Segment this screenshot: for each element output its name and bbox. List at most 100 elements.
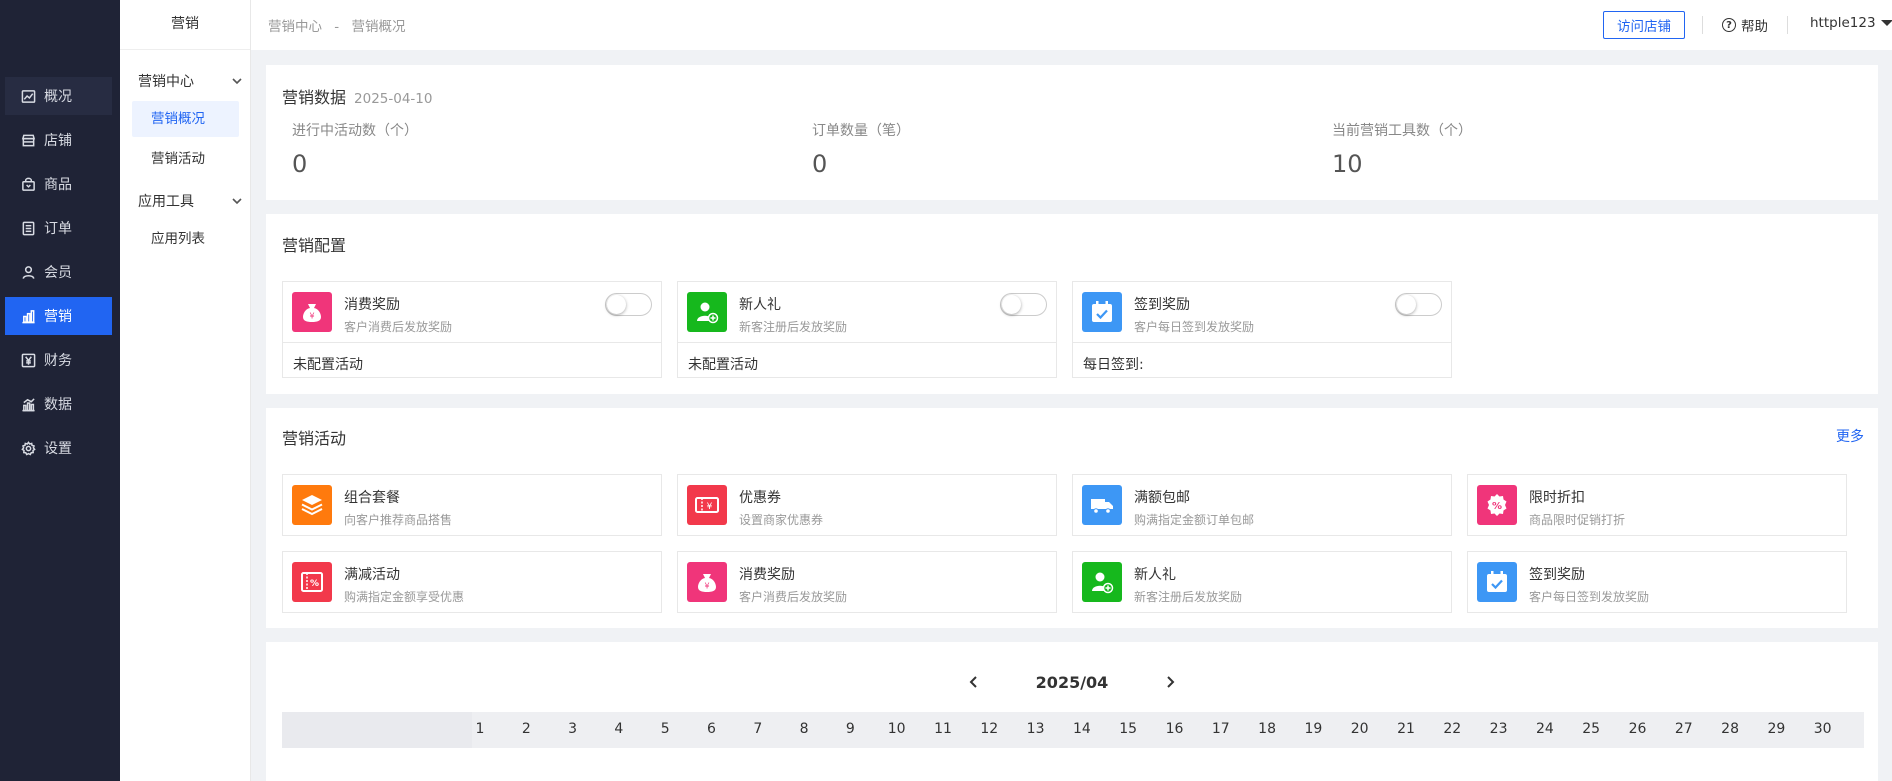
calendar-day: 17 [1211,721,1230,737]
card-title-text: 营销数据 [282,88,347,107]
visit-store-button[interactable]: 访问店铺 [1603,11,1685,39]
svg-text:¥: ¥ [704,582,709,591]
tile-desc: 购满指定金额订单包邮 [1134,513,1255,527]
activity-tile-checkin-reward[interactable]: 签到奖励 客户每日签到发放奖励 [1467,551,1847,613]
tile-desc: 客户每日签到发放奖励 [1529,590,1650,604]
nav-item-overview[interactable]: 概况 [5,77,112,115]
svg-text:%: % [310,579,319,589]
tile-desc: 客户消费后发放奖励 [739,590,848,604]
nav-item-order[interactable]: 订单 [5,209,112,247]
toggle-knob [607,295,626,314]
activity-tile-consumption-reward[interactable]: ¥ 消费奖励 客户消费后发放奖励 [677,551,1057,613]
calendar-day: 18 [1258,721,1276,737]
user-menu[interactable]: httple123 [1810,15,1892,31]
calendar-day: 23 [1489,721,1508,737]
calendar-day: 29 [1767,721,1786,737]
activity-tile-coupon[interactable]: ¥ 优惠券 设置商家优惠券 [677,474,1057,536]
card-title-marketing-activities: 营销活动 [282,429,347,448]
sub-nav: 营销 营销中心 营销概况 营销活动 应用工具 应用列表 [120,0,251,781]
breadcrumb-item[interactable]: 营销中心 [268,19,322,35]
header-divider [1702,16,1703,34]
tile-desc: 新客注册后发放奖励 [739,320,848,334]
breadcrumb-item: 营销概况 [351,19,406,35]
subnav-title: 营销 [120,0,250,50]
svg-text:%: % [1492,501,1502,512]
calendar-day: 16 [1165,721,1184,737]
chevron-left-icon [969,676,977,688]
breadcrumb: 营销中心 - 营销概况 [268,15,413,35]
tile-name: 优惠券 [739,490,781,506]
calendar-day: 1 [475,721,485,737]
calendar-day: 24 [1535,721,1554,737]
tile-name: 满额包邮 [1134,490,1190,506]
tile-desc: 商品限时促销打折 [1529,513,1626,527]
nav-label: 营销 [44,309,72,325]
help-link[interactable]: ? 帮助 [1722,15,1768,35]
stat-value: 0 [812,150,828,178]
next-month-button[interactable] [1158,670,1182,694]
tile-name: 限时折扣 [1529,490,1585,506]
new-user-gift-toggle[interactable] [1000,293,1047,316]
nav-label: 店铺 [44,133,72,149]
percent-ticket-icon: % [292,562,332,602]
activity-tile-flash-discount[interactable]: % 限时折扣 商品限时促销打折 [1467,474,1847,536]
marketing-bar-icon [20,308,36,324]
calendar-day-header: 1 2 3 4 5 6 7 8 9 10 11 12 13 14 15 16 17 18 19 20 21 22 23 24 2… [282,712,1864,748]
order-list-icon [20,220,36,236]
subnav-item-activity[interactable]: 营销活动 [132,141,239,177]
activity-tile-full-reduction[interactable]: % 满减活动 购满指定金额享受优惠 [282,551,662,613]
calendar-day: 5 [660,721,670,737]
nav-item-finance[interactable]: 财务 [5,341,112,379]
nav-item-store[interactable]: 店铺 [5,121,112,159]
nav-label: 数据 [44,397,72,413]
activity-tile-free-shipping[interactable]: 满额包邮 购满指定金额订单包邮 [1072,474,1452,536]
calendar-day: 10 [887,721,906,737]
card-title-marketing-data: 营销数据 2025-04-10 [282,84,432,108]
nav-item-marketing[interactable]: 营销 [5,297,112,335]
calendar-day: 11 [934,721,952,737]
chevron-down-icon [232,78,242,85]
calendar-day: 22 [1443,721,1462,737]
subnav-item-app-list[interactable]: 应用列表 [132,221,239,257]
config-tile-checkin-reward: 签到奖励 客户每日签到发放奖励 每日签到: [1072,281,1452,378]
money-bag-icon: ¥ [687,562,727,602]
nav-item-settings[interactable]: 设置 [5,429,112,467]
stat-label: 进行中活动数（个） [292,123,418,139]
calendar-day: 28 [1721,721,1739,737]
truck-icon [1082,485,1122,525]
calendar-day: 15 [1119,721,1138,737]
nav-label: 会员 [44,265,72,281]
subnav-group-app-tools[interactable]: 应用工具 [138,191,243,211]
calendar-day: 3 [568,721,578,737]
stat-label: 订单数量（笔） [812,123,910,139]
marketing-activities-card: 营销活动 更多 组合套餐 向客户推荐商品搭售 ¥ 优惠券 设置商家优惠券 满额包… [266,408,1878,628]
activity-tile-bundle[interactable]: 组合套餐 向客户推荐商品搭售 [282,474,662,536]
calendar-day: 4 [614,721,624,737]
tile-name: 签到奖励 [1134,297,1190,313]
config-tile-new-user-gift: 新人礼 新客注册后发放奖励 未配置活动 [677,281,1057,378]
consumption-reward-toggle[interactable] [605,293,652,316]
new-user-icon [687,292,727,332]
checkin-reward-toggle[interactable] [1395,293,1442,316]
chevron-right-icon [1167,676,1175,688]
calendar-month: 2025/04 [1035,672,1109,692]
activity-tile-new-user-gift[interactable]: 新人礼 新客注册后发放奖励 [1072,551,1452,613]
nav-item-member[interactable]: 会员 [5,253,112,291]
username: httple123 [1810,15,1876,31]
stat-label: 当前营销工具数（个） [1332,123,1472,139]
tile-name: 签到奖励 [1529,567,1585,583]
subnav-group-marketing-center[interactable]: 营销中心 [138,71,243,91]
calendar-day: 7 [753,721,763,737]
calendar-day: 2 [521,721,531,737]
tile-desc: 向客户推荐商品搭售 [344,513,453,527]
config-tile-consumption-reward: ¥ 消费奖励 客户消费后发放奖励 未配置活动 [282,281,662,378]
prev-month-button[interactable] [962,670,986,694]
nav-item-goods[interactable]: 商品 [5,165,112,203]
nav-item-data[interactable]: 数据 [5,385,112,423]
settings-gear-icon [20,440,36,456]
subnav-item-overview[interactable]: 营销概况 [132,101,239,137]
tile-name: 组合套餐 [344,490,400,506]
calendar-day: 30 [1813,721,1832,737]
more-link[interactable]: 更多 [1836,426,1864,446]
calendar-day: 27 [1674,721,1693,737]
